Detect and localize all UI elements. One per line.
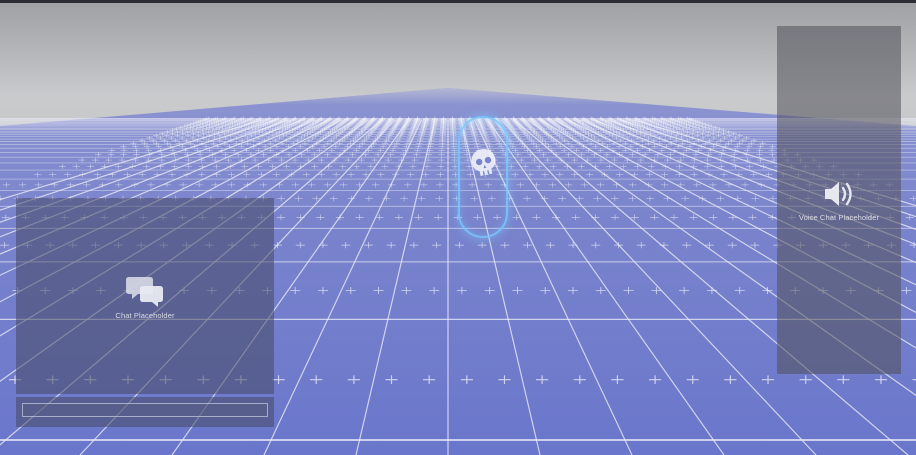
skull-icon [471, 148, 496, 176]
speaker-icon [825, 182, 852, 206]
chat-bubbles-icon [126, 277, 163, 307]
voice-chat-placeholder-label: Voice Chat Placeholder [798, 213, 880, 222]
chat-placeholder-label: Chat Placeholder [115, 311, 175, 320]
chat-panel: Chat Placeholder [16, 198, 274, 394]
chat-placeholder: Chat Placeholder [16, 274, 274, 320]
voice-chat-panel: Voice Chat Placeholder [777, 26, 901, 374]
chat-input-area [16, 397, 274, 427]
voice-chat-placeholder: Voice Chat Placeholder [777, 178, 901, 222]
game-viewport[interactable]: Chat Placeholder Voice Chat Placeholder [0, 0, 916, 455]
chat-input[interactable] [22, 403, 268, 417]
